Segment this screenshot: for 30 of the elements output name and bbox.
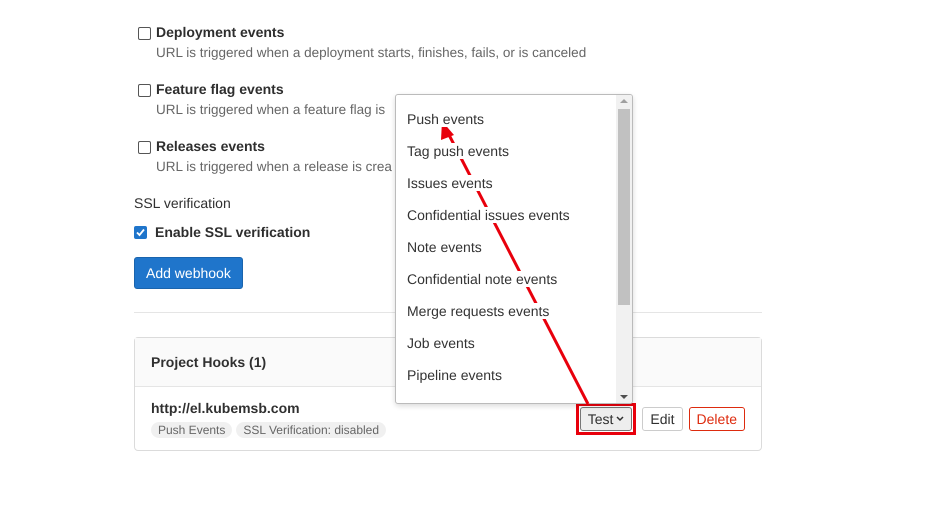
menu-item[interactable]: Issues events [407,175,493,191]
event-label: Feature flag events [156,81,284,97]
menu-item[interactable]: Confidential issues events [407,207,570,223]
scrollbar[interactable] [616,95,632,403]
hook-url: http://el.kubemsb.com [151,400,300,416]
checkbox[interactable] [138,27,151,40]
caret-icon [616,416,624,422]
delete-button[interactable]: Delete [688,407,745,431]
event-description: URL is triggered when a deployment starts, finishes, fails, or is canceled [156,45,586,60]
event-description: URL is triggered when a feature flag is [156,102,386,117]
test-dropdown-button[interactable]: Test [580,407,632,431]
event-label: Deployment events [156,24,284,40]
edit-button[interactable]: Edit [642,407,683,431]
menu-item[interactable]: Note events [407,239,482,255]
checkbox-label: Enable SSL verification [155,224,310,240]
section-heading: SSL verification [134,195,232,211]
checkbox[interactable] [134,226,147,238]
menu-item[interactable]: Merge requests events [407,303,550,319]
menu-item[interactable]: Confidential note events [407,271,558,287]
add-webhook-button[interactable]: Add webhook [134,257,243,289]
menu-item[interactable]: Tag push events [407,143,509,159]
menu-item[interactable]: Push events [407,111,484,127]
event-label: Releases events [156,138,265,154]
menu-item[interactable]: Pipeline events [407,367,502,383]
badge: SSL Verification: disabled [236,422,386,438]
checkbox[interactable] [138,141,151,154]
event-description: URL is triggered when a release is crea [156,159,392,174]
checkbox[interactable] [138,84,151,97]
menu-item[interactable]: Job events [407,335,475,351]
badge: Push Events [151,422,232,438]
